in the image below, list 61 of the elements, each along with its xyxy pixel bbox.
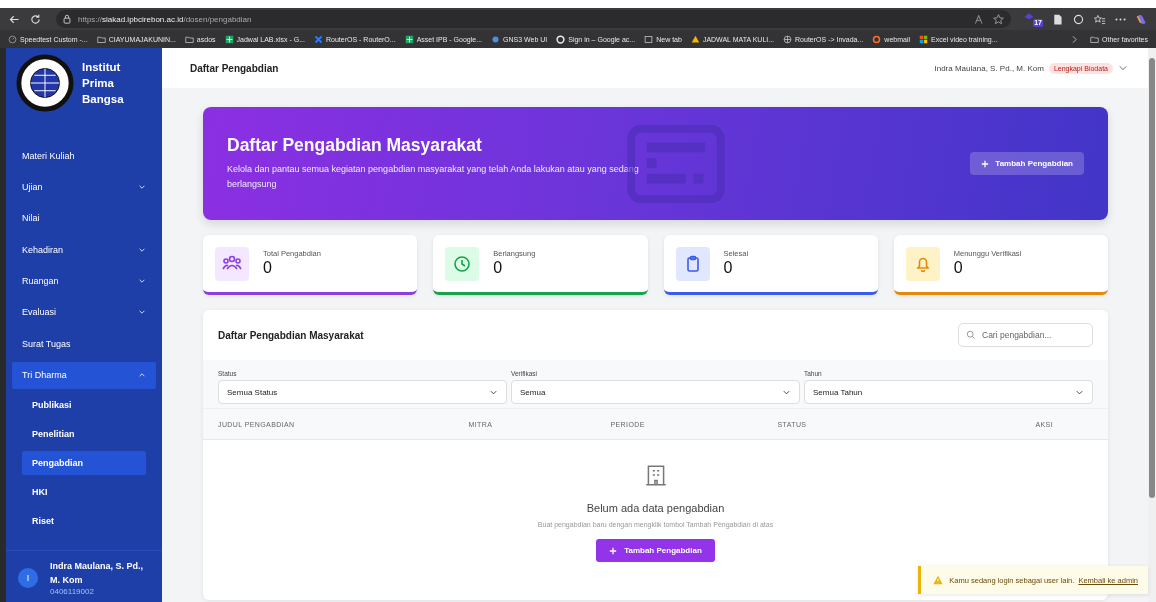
address-bar[interactable]: https://siakad.ipbcirebon.ac.id/dosen/pengabdian [56,10,1011,28]
chevron-down-icon [138,277,146,286]
folder-icon [1090,34,1100,44]
user-id: 0406119002 [50,587,95,596]
stat-value: 0 [723,258,734,278]
sidebar-item[interactable]: Surat Tugas [12,330,156,358]
plus-icon [981,159,990,168]
banner-title: Daftar Pengabdian Masyarakat [227,135,483,156]
search-field[interactable]: Cari pengabdian... [958,323,1093,347]
star-icon[interactable] [992,12,1005,26]
document-icon[interactable] [1051,12,1064,26]
sidebar-item[interactable]: Kehadiran [12,236,156,264]
clock-icon [445,246,480,281]
folder-icon [184,34,194,44]
sidebar-item[interactable]: Ujian [12,173,156,201]
gauge-icon [8,34,17,44]
add-button[interactable]: Tambah Pengabdian [596,539,715,562]
add-button[interactable]: Tambah Pengabdian [970,152,1084,175]
sheet-icon [404,34,414,44]
bell-icon [905,246,940,281]
scrollbar[interactable] [1148,48,1156,602]
chevron-down-icon [138,308,146,317]
sheet-icon [224,34,234,44]
sidebar-item[interactable]: Materi Kuliah [12,142,156,169]
submenu-item[interactable]: Penelitian [22,422,146,447]
globe-icon [783,34,793,44]
card-title: Daftar Pengabdian Masyarakat [218,329,364,341]
tab-icon [644,34,654,44]
lock-icon[interactable] [62,14,72,24]
banner-subtitle: Kelola dan pantau semua kegiatan pengabdian masyarakat yang telah Anda lakukan atau yang sedang berlangsung [227,163,640,191]
submenu-item[interactable]: HKI [22,480,146,505]
sidebar-item[interactable]: Evaluasi [12,298,156,326]
avatar: I [18,567,38,588]
brand-name: Institut Prima Bangsa [82,60,125,107]
sidebar-item[interactable]: Ruangan [12,267,156,295]
folder-icon [96,34,106,44]
sidebar-item[interactable]: Tri Dharma [12,361,156,389]
filter-dropdown[interactable]: Semua Status [218,380,507,404]
filter-dropdown[interactable]: Semua [511,380,800,404]
emblem-logo [16,54,74,112]
page-title: Daftar Pengabdian [190,62,279,74]
stat-value: 0 [953,258,964,278]
people-icon [215,246,249,281]
submenu-item[interactable]: Riset [22,509,146,534]
chevron-down-icon[interactable] [1118,63,1128,73]
warning-icon [933,575,944,585]
user-name[interactable]: Indra Maulana, S. Pd., M. Kom [934,63,1044,73]
plus-icon [609,546,618,555]
filter-dropdown[interactable]: Semua Tahun [804,380,1093,404]
submenu-item[interactable]: Pengabdian [22,451,146,476]
submenu-item[interactable]: Publikasi [22,393,146,418]
empty-title: Belum ada data pengabdian [586,502,725,514]
stat-value: 0 [493,258,504,278]
copilot-icon[interactable] [1135,12,1148,26]
reload-icon[interactable] [29,12,42,26]
favorites-icon[interactable] [1093,12,1106,26]
sidebar-item[interactable]: Nilai [12,204,156,232]
search-icon [966,330,976,340]
clipboard-icon [675,246,710,281]
user-name: Indra Maulana, S. Pd., M. Kom [50,560,145,587]
stat-value: 0 [263,258,273,278]
